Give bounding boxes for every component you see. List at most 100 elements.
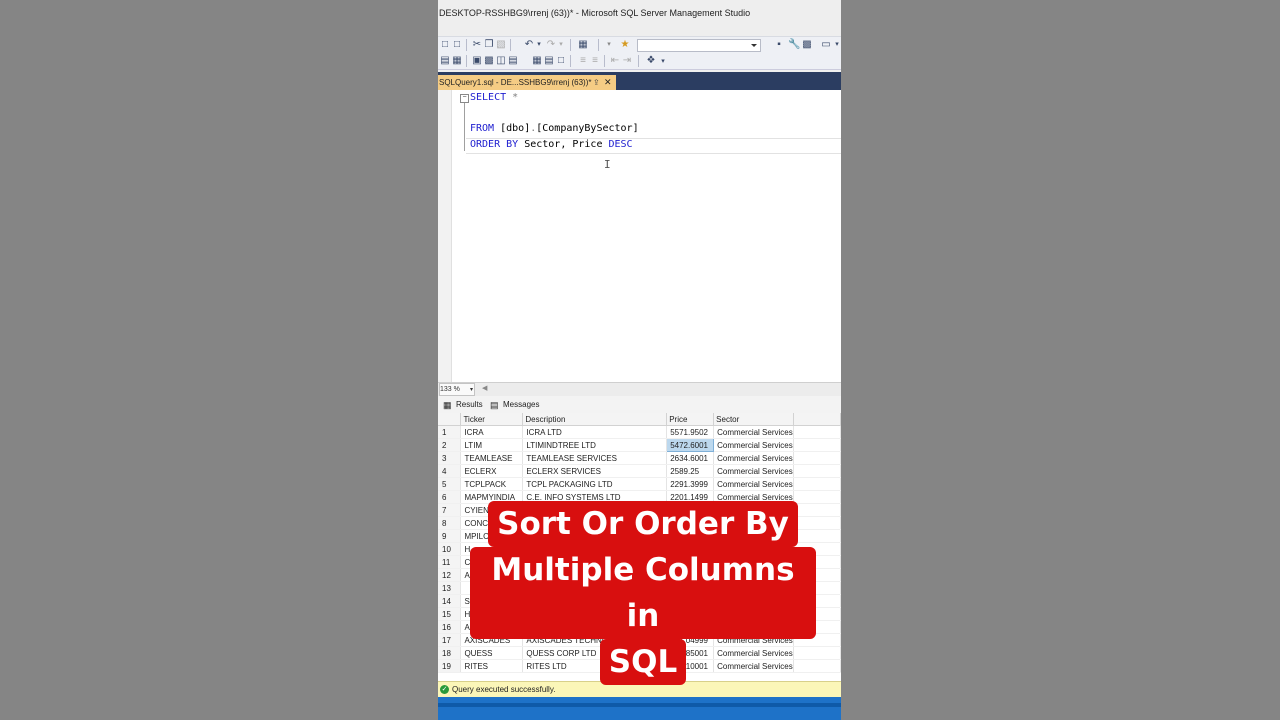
table-cell[interactable]: TCPLPACK xyxy=(460,477,524,491)
column-header-filler xyxy=(793,413,841,426)
close-icon[interactable]: ✕ xyxy=(604,75,612,90)
table-row[interactable]: 3 TEAMLEASE TEAMLEASE SERVICES 2634.6001 Com… xyxy=(438,451,841,465)
table-cell[interactable]: TEAMLEASE SERVICES xyxy=(522,451,668,465)
table-cell[interactable]: Commercial Services xyxy=(713,451,795,465)
table-row[interactable]: 2 LTIM LTIMINDTREE LTD 5472.6001 Commercial … xyxy=(438,438,841,452)
tab-sqlquery1[interactable]: SQLQuery1.sql - DE...SSHBG9\rrenj (63))*… xyxy=(438,75,616,90)
results-file-icon[interactable]: ▤ xyxy=(544,56,554,66)
specify-values-icon[interactable]: □ xyxy=(556,56,566,66)
table-cell[interactable]: 2589.25 xyxy=(666,464,715,478)
collapse-icon[interactable]: − xyxy=(460,94,469,103)
outline-line xyxy=(464,103,465,151)
row-number[interactable]: 17 xyxy=(438,633,462,647)
row-number[interactable]: 18 xyxy=(438,646,462,660)
comment-icon[interactable]: ≡ xyxy=(578,56,588,66)
video-title-overlay: Sort Or Order By Multiple Columns in SQL xyxy=(470,501,816,685)
results-text-icon[interactable]: ▤ xyxy=(508,56,518,66)
toolbar-separator xyxy=(466,55,467,67)
table-cell[interactable]: TCPL PACKAGING LTD xyxy=(522,477,668,491)
table-cell[interactable]: 2291.3999 xyxy=(666,477,715,491)
table-cell[interactable]: LTIMINDTREE LTD xyxy=(522,438,668,452)
cut-icon[interactable]: ✂ xyxy=(472,40,482,50)
toolbar-separator xyxy=(570,39,571,51)
table-cell[interactable]: ECLERX SERVICES xyxy=(522,464,668,478)
toolbar-overflow-icon[interactable]: ▾ xyxy=(832,40,841,50)
row-number[interactable]: 5 xyxy=(438,477,462,491)
row-number[interactable]: 13 xyxy=(438,581,462,595)
table-cell[interactable]: ECLERX xyxy=(460,464,524,478)
new-db-query-icon[interactable]: □ xyxy=(452,40,462,50)
toolbar-overflow-icon[interactable]: ▾ xyxy=(658,57,668,67)
table-cell[interactable]: TEAMLEASE xyxy=(460,451,524,465)
results-grid-icon[interactable]: ▦ xyxy=(532,56,542,66)
row-number[interactable]: 19 xyxy=(438,659,462,673)
row-number[interactable]: 12 xyxy=(438,568,462,582)
indent-icon[interactable]: ⇥ xyxy=(622,56,632,66)
table-cell[interactable]: 2634.6001 xyxy=(666,451,715,465)
zoom-select[interactable]: 133 % ▾ xyxy=(439,383,475,396)
table-cell[interactable]: Commercial Services xyxy=(713,425,795,439)
find-icon[interactable]: ★ xyxy=(620,40,630,50)
column-header[interactable] xyxy=(438,413,462,426)
row-number[interactable]: 7 xyxy=(438,503,462,517)
row-number[interactable]: 6 xyxy=(438,490,462,504)
column-header[interactable]: Sector xyxy=(713,413,795,426)
row-number[interactable]: 15 xyxy=(438,607,462,621)
table-cell[interactable]: 5472.6001 xyxy=(666,438,715,452)
pin-icon[interactable]: ⇪ xyxy=(593,75,600,90)
title-bar: DESKTOP-RSSHBG9\rrenj (63))* - Microsoft… xyxy=(438,0,841,36)
query-editor[interactable]: − SELECT * FROM [dbo].[CompanyBySector] … xyxy=(438,90,841,382)
tab-results[interactable]: Results xyxy=(456,399,483,411)
client-stats-icon[interactable]: ◫ xyxy=(496,56,506,66)
code-line-4: ORDER BY Sector, Price DESC xyxy=(470,139,633,150)
column-header[interactable]: Ticker xyxy=(460,413,524,426)
redo-icon[interactable]: ↷ xyxy=(546,40,556,50)
table-row[interactable]: 1 ICRA ICRA LTD 5571.9502 Commercial Service… xyxy=(438,425,841,439)
database-combo[interactable] xyxy=(637,39,761,52)
specify-template-icon[interactable]: ❖ xyxy=(646,56,656,66)
table-cell[interactable]: Commercial Services xyxy=(713,477,795,491)
scroll-left-icon[interactable]: ◀ xyxy=(482,383,487,395)
row-number[interactable]: 1 xyxy=(438,425,462,439)
copy-icon[interactable]: ❐ xyxy=(484,40,494,50)
properties-icon[interactable]: 🔧 xyxy=(788,40,800,50)
uncomment-icon[interactable]: ≡ xyxy=(590,56,600,66)
chevron-down-icon: ▾ xyxy=(469,387,473,393)
row-number[interactable]: 14 xyxy=(438,594,462,608)
solution-explorer-icon[interactable]: ▪ xyxy=(774,40,784,50)
table-cell[interactable]: Commercial Services xyxy=(713,464,795,478)
table-cell[interactable]: 5571.9502 xyxy=(666,425,715,439)
window-icon[interactable]: ▭ xyxy=(821,40,831,50)
undo-dropdown-icon[interactable]: ▾ xyxy=(534,40,544,50)
outdent-icon[interactable]: ⇤ xyxy=(610,56,620,66)
connect-icon[interactable]: ▤ xyxy=(440,56,450,66)
include-plan-icon[interactable]: ▣ xyxy=(472,56,482,66)
row-number[interactable]: 10 xyxy=(438,542,462,556)
row-number[interactable]: 11 xyxy=(438,555,462,569)
row-number[interactable]: 3 xyxy=(438,451,462,465)
row-number[interactable]: 16 xyxy=(438,620,462,634)
table-cell[interactable]: ICRA LTD xyxy=(522,425,668,439)
column-header[interactable]: Price xyxy=(666,413,715,426)
tab-label: SQLQuery1.sql - DE...SSHBG9\rrenj (63))* xyxy=(439,78,592,87)
table-row[interactable]: 4 ECLERX ECLERX SERVICES 2589.25 Commercial … xyxy=(438,464,841,478)
row-number[interactable]: 2 xyxy=(438,438,462,452)
live-stats-icon[interactable]: ▩ xyxy=(484,56,494,66)
column-header[interactable]: Description xyxy=(522,413,668,426)
tab-messages[interactable]: Messages xyxy=(503,399,539,411)
sql-editor-icon[interactable]: ▦ xyxy=(578,40,588,50)
undo-icon[interactable]: ↶ xyxy=(524,40,534,50)
table-row[interactable]: 5 TCPLPACK TCPL PACKAGING LTD 2291.3999 Comm… xyxy=(438,477,841,491)
table-cell[interactable]: LTIM xyxy=(460,438,524,452)
dropdown-icon[interactable]: ▾ xyxy=(604,40,614,50)
row-number[interactable]: 8 xyxy=(438,516,462,530)
row-number[interactable]: 9 xyxy=(438,529,462,543)
redo-dropdown-icon[interactable]: ▾ xyxy=(556,40,566,50)
toolbox-icon[interactable]: ▩ xyxy=(802,40,812,50)
new-query-icon[interactable]: □ xyxy=(440,40,450,50)
table-cell[interactable]: Commercial Services xyxy=(713,438,795,452)
results-to-icon[interactable]: ▦ xyxy=(452,56,462,66)
paste-icon[interactable]: ▧ xyxy=(496,40,506,50)
table-cell[interactable]: ICRA xyxy=(460,425,524,439)
row-number[interactable]: 4 xyxy=(438,464,462,478)
